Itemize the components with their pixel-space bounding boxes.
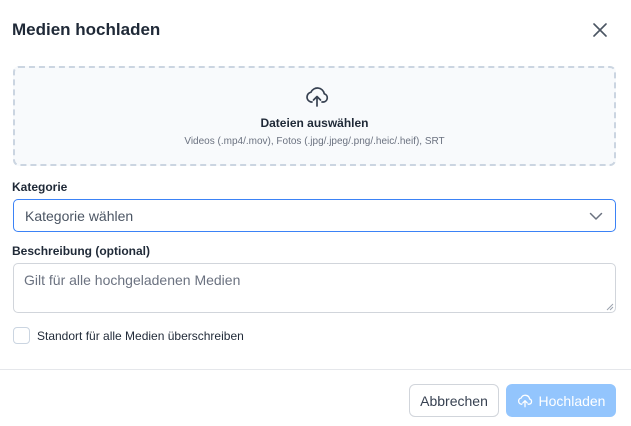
category-select-value: Kategorie wählen [25, 208, 134, 224]
chevron-down-icon [589, 212, 603, 220]
dropzone-title: Dateien auswählen [260, 116, 369, 130]
override-location-checkbox[interactable] [13, 327, 30, 344]
cloud-upload-icon [517, 394, 532, 407]
close-button[interactable] [589, 19, 611, 41]
description-label: Beschreibung (optional) [12, 244, 150, 258]
cloud-upload-icon [306, 87, 329, 107]
dialog-header: Medien hochladen [12, 0, 619, 62]
footer-divider [0, 369, 631, 370]
override-location-label[interactable]: Standort für alle Medien überschreiben [37, 329, 244, 343]
upload-button-label: Hochladen [538, 392, 606, 409]
category-select[interactable]: Kategorie wählen [13, 199, 616, 232]
cancel-button-label: Abbrechen [420, 392, 488, 409]
file-dropzone[interactable]: Dateien auswählen Videos (.mp4/.mov), Fo… [13, 66, 616, 166]
dialog-title: Medien hochladen [12, 20, 161, 39]
close-icon [593, 23, 607, 37]
category-label: Kategorie [12, 180, 68, 194]
dropzone-hint: Videos (.mp4/.mov), Fotos (.jpg/.jpeg/.p… [184, 136, 445, 147]
cancel-button[interactable]: Abbrechen [409, 384, 499, 417]
description-textarea[interactable] [13, 263, 616, 313]
resize-handle-icon[interactable] [606, 303, 614, 311]
upload-button[interactable]: Hochladen [506, 384, 616, 417]
